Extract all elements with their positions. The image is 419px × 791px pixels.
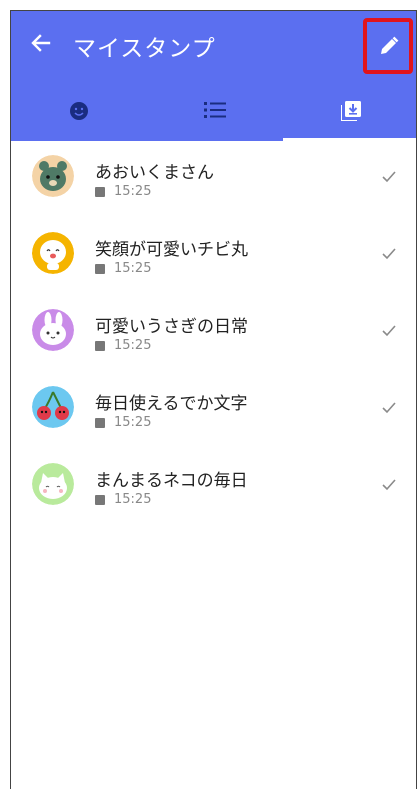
download-icon xyxy=(95,340,105,351)
top-bar: マイスタンプ xyxy=(11,11,416,79)
sticker-meta: 15:25 xyxy=(95,338,151,353)
tab-downloaded[interactable] xyxy=(283,79,416,141)
list-item[interactable]: 可愛いうさぎの日常 15:25 xyxy=(11,295,416,372)
download-icon xyxy=(95,417,105,428)
download-icon xyxy=(95,263,105,274)
sticker-name: 笑顔が可愛いチビ丸 xyxy=(95,240,248,260)
download-icon xyxy=(95,494,105,505)
sticker-name: 毎日使えるでか文字 xyxy=(95,394,248,414)
sticker-meta: 15:25 xyxy=(95,261,151,276)
download-time: 15:25 xyxy=(114,415,152,430)
check-icon xyxy=(382,171,396,183)
download-box-icon xyxy=(340,101,361,121)
check-icon xyxy=(382,402,396,414)
list-item[interactable]: あおいくまさん 15:25 xyxy=(11,141,416,218)
smiley-icon xyxy=(69,102,88,120)
sticker-tabs xyxy=(11,79,416,141)
list-icon xyxy=(203,102,226,118)
cat-sticker-thumbnail xyxy=(32,463,74,505)
download-time: 15:25 xyxy=(114,261,152,276)
check-icon xyxy=(382,325,396,337)
download-icon xyxy=(95,186,105,197)
sticker-name: 可愛いうさぎの日常 xyxy=(95,317,248,337)
tab-emoji[interactable] xyxy=(11,79,146,141)
check-icon xyxy=(382,248,396,260)
check-icon xyxy=(382,479,396,491)
chibimaru-sticker-thumbnail xyxy=(32,232,74,274)
sticker-meta: 15:25 xyxy=(95,492,151,507)
list-item[interactable]: 笑顔が可愛いチビ丸 15:25 xyxy=(11,218,416,295)
tab-list[interactable] xyxy=(147,79,282,141)
sticker-name: あおいくまさん xyxy=(95,163,214,183)
app-window: マイスタンプ あおいくまさん 15:25 笑顔が可愛いチビ丸 15:25 可愛い… xyxy=(10,10,417,789)
sticker-list: あおいくまさん 15:25 笑顔が可愛いチビ丸 15:25 可愛いうさぎの日常 … xyxy=(11,141,416,526)
sticker-name: まんまるネコの毎日 xyxy=(95,471,248,491)
app-header: マイスタンプ xyxy=(11,11,416,141)
edit-button[interactable] xyxy=(363,18,413,74)
rabbit-sticker-thumbnail xyxy=(32,309,74,351)
download-time: 15:25 xyxy=(114,184,152,199)
sticker-meta: 15:25 xyxy=(95,184,151,199)
cherry-text-sticker-thumbnail xyxy=(32,386,74,428)
bear-sticker-thumbnail xyxy=(32,155,74,197)
list-item[interactable]: 毎日使えるでか文字 15:25 xyxy=(11,372,416,449)
download-time: 15:25 xyxy=(114,338,152,353)
download-time: 15:25 xyxy=(114,492,152,507)
page-title: マイスタンプ xyxy=(73,36,216,62)
arrow-left-icon[interactable] xyxy=(29,31,53,55)
pencil-icon xyxy=(381,36,399,54)
list-item[interactable]: まんまるネコの毎日 15:25 xyxy=(11,449,416,526)
sticker-meta: 15:25 xyxy=(95,415,151,430)
